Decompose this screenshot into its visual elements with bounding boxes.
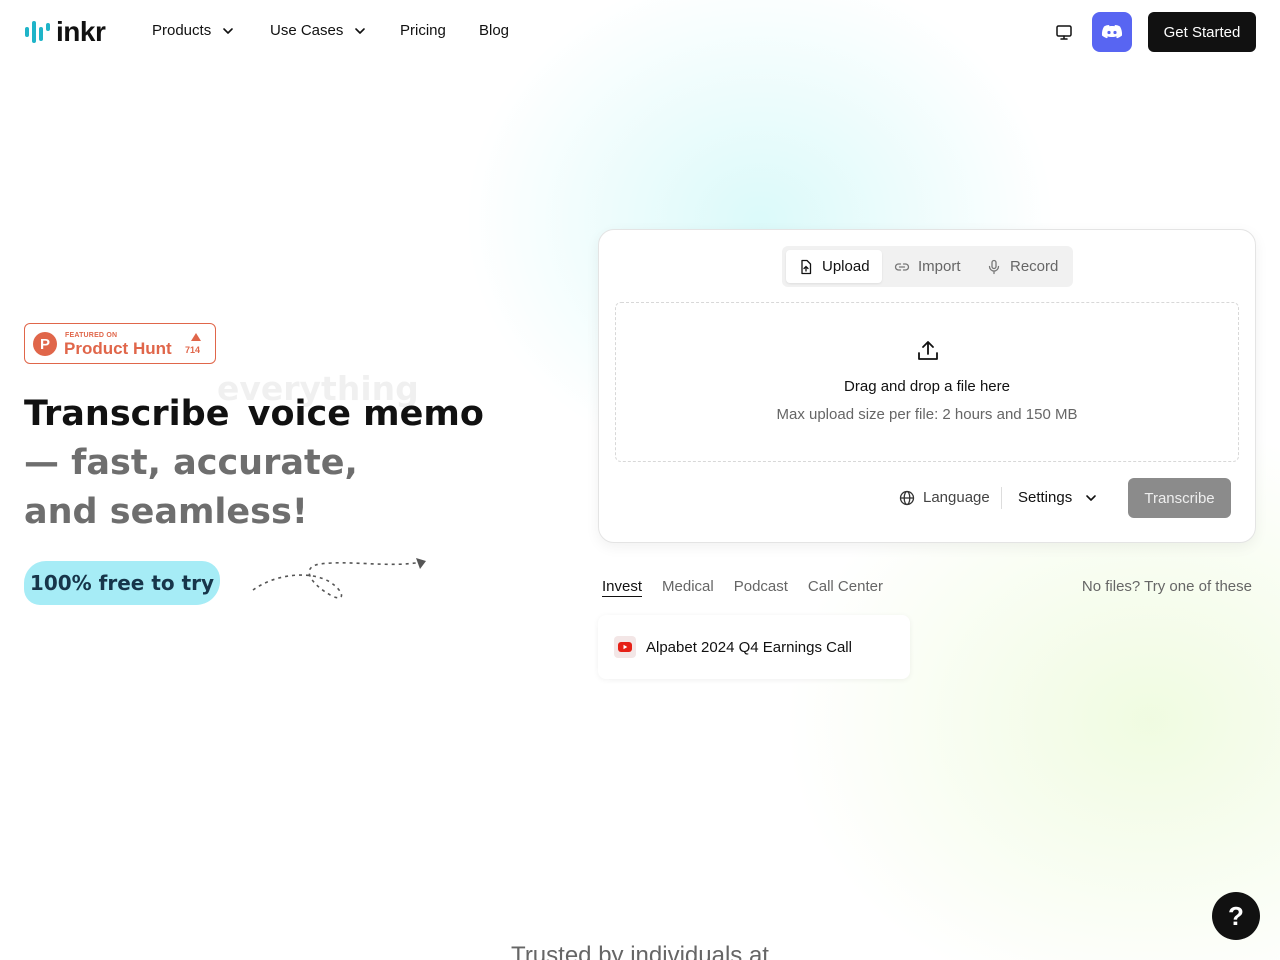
link-icon <box>894 262 910 271</box>
upvote-triangle-icon <box>191 333 201 341</box>
discord-icon <box>1101 25 1123 39</box>
tab-upload-label: Upload <box>822 258 870 275</box>
tab-import-label: Import <box>918 258 961 275</box>
nav-blog[interactable]: Blog <box>479 22 509 39</box>
product-hunt-name: Product Hunt <box>64 339 172 358</box>
settings-label: Settings <box>1018 489 1073 506</box>
chevron-down-icon <box>355 27 366 34</box>
tab-upload[interactable]: Upload <box>786 250 882 283</box>
sample-category-tabs: Invest Medical Podcast Call Center <box>602 578 883 597</box>
headline-line-3: and seamless! <box>24 492 308 532</box>
inkr-logo-icon <box>25 21 50 43</box>
toolbar-divider <box>1001 487 1002 509</box>
headline-row-1: Transcribe everything voice memo <box>24 369 484 439</box>
free-to-try-badge: 100% free to try <box>24 561 220 605</box>
youtube-icon <box>614 636 636 658</box>
discord-button[interactable] <box>1092 12 1132 52</box>
tab-record-label: Record <box>1010 258 1059 275</box>
sample-file-title: Alpabet 2024 Q4 Earnings Call <box>646 638 852 656</box>
settings-dropdown[interactable]: Settings <box>1018 489 1098 506</box>
product-hunt-badge[interactable]: P FEATURED ON Product Hunt 714 <box>24 323 216 364</box>
dropzone-subtitle: Max upload size per file: 2 hours and 15… <box>776 406 1078 423</box>
input-mode-tabs: Upload Import Record <box>782 246 1073 287</box>
headline-line-2: — fast, accurate, <box>24 443 358 483</box>
nav-pricing[interactable]: Pricing <box>400 22 446 39</box>
dashed-arrow-icon <box>252 558 426 599</box>
brand-name: inkr <box>56 16 106 47</box>
brand-logo[interactable]: inkr <box>24 16 106 47</box>
language-selector[interactable]: Language <box>899 489 990 506</box>
headline-transcribe: Transcribe <box>24 394 230 434</box>
sample-file-item[interactable]: Alpabet 2024 Q4 Earnings Call <box>598 615 910 679</box>
sample-tab-podcast[interactable]: Podcast <box>734 578 788 597</box>
microphone-icon <box>988 259 1000 274</box>
upload-icon <box>918 341 938 360</box>
sample-tab-call-center[interactable]: Call Center <box>808 578 883 597</box>
dropzone-title: Drag and drop a file here <box>844 378 1010 395</box>
nav-products[interactable]: Products <box>152 22 235 39</box>
hero-headline: Transcribe everything voice memo — fast,… <box>24 369 484 537</box>
sample-tab-invest[interactable]: Invest <box>602 578 643 597</box>
file-dropzone[interactable]: Drag and drop a file here Max upload siz… <box>615 302 1239 462</box>
tab-import[interactable]: Import <box>882 250 973 283</box>
nav-use-cases[interactable]: Use Cases <box>270 22 367 39</box>
help-button[interactable]: ? <box>1212 892 1260 940</box>
transcribe-button[interactable]: Transcribe <box>1128 478 1231 518</box>
get-started-button[interactable]: Get Started <box>1148 12 1256 52</box>
trusted-by-heading: Trusted by individuals at <box>511 942 769 960</box>
nav-use-cases-label: Use Cases <box>270 22 344 39</box>
language-label: Language <box>923 489 990 506</box>
sample-hint: No files? Try one of these <box>1081 578 1252 595</box>
monitor-icon <box>1056 25 1072 40</box>
product-hunt-count: 714 <box>185 345 201 355</box>
upload-card: Upload Import Record Drag and drop a fil… <box>598 229 1256 543</box>
theme-toggle-button[interactable] <box>1052 20 1076 44</box>
globe-icon <box>899 490 915 505</box>
top-nav: inkr Products Use Cases Pricing Blog Get… <box>0 0 1280 64</box>
sample-tab-medical[interactable]: Medical <box>662 578 714 597</box>
headline-rotating-ghost: everything <box>217 369 419 408</box>
chevron-down-icon <box>1086 494 1097 501</box>
file-upload-icon <box>801 259 812 274</box>
product-hunt-featured: FEATURED ON <box>65 332 118 339</box>
tab-record[interactable]: Record <box>974 250 1070 283</box>
chevron-down-icon <box>223 27 234 34</box>
product-hunt-logo-icon: P <box>33 332 57 356</box>
nav-products-label: Products <box>152 22 212 39</box>
